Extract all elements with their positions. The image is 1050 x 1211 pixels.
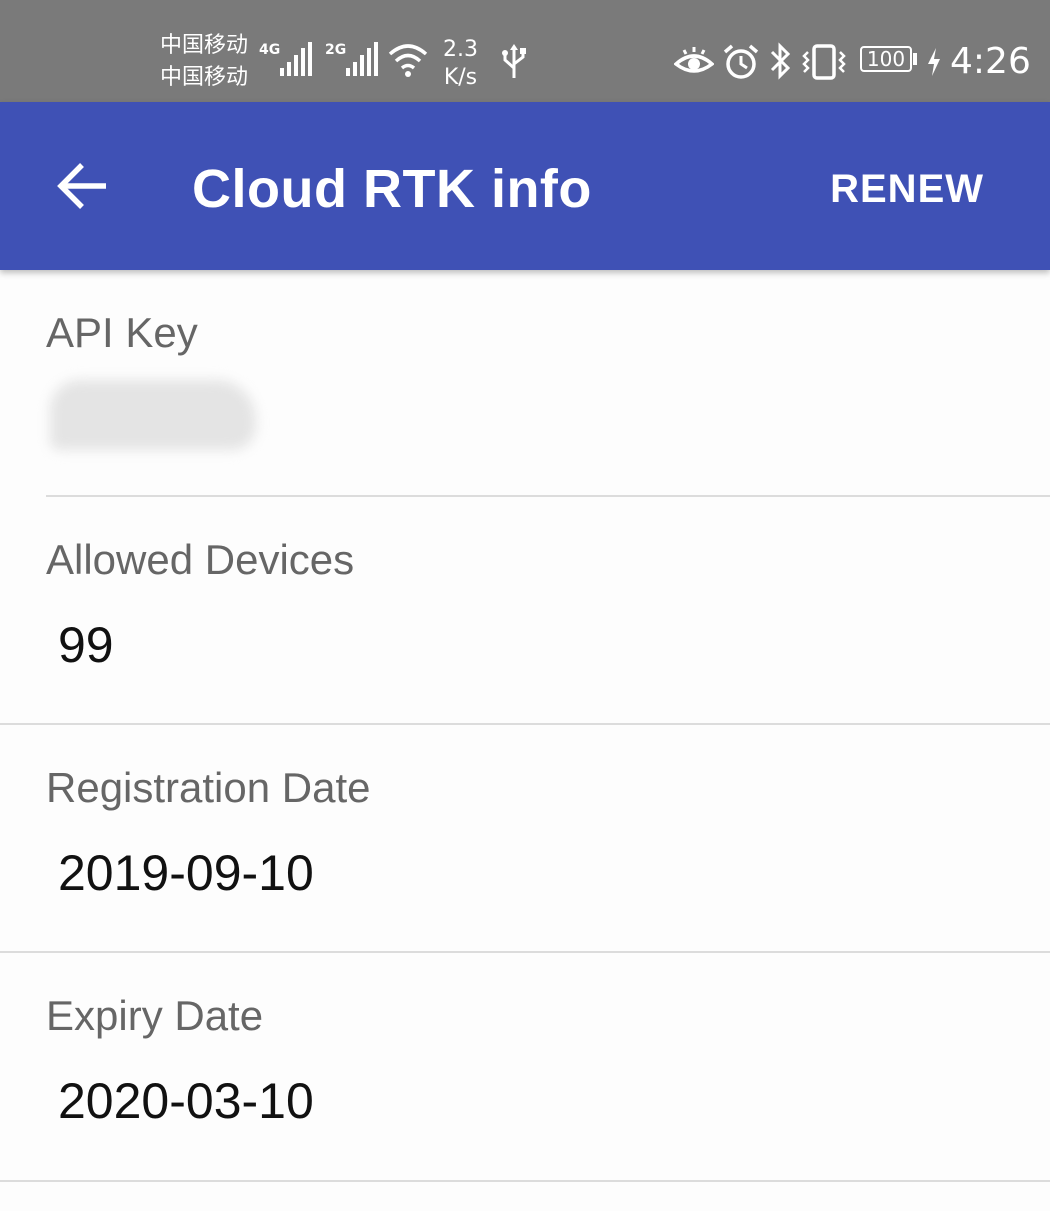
charging-icon xyxy=(928,48,940,76)
status-bar: 中国移动 中国移动 4G 2G 2.3 K/s 100 4:26 xyxy=(0,0,1050,102)
divider xyxy=(0,1180,1050,1182)
usb-icon xyxy=(502,44,526,78)
registration-date-item: Registration Date 2019-09-10 xyxy=(0,725,1050,953)
registration-date-label: Registration Date xyxy=(46,764,371,811)
battery-tip xyxy=(913,53,917,65)
eye-icon xyxy=(674,47,714,73)
registration-date-value: 2019-09-10 xyxy=(58,845,314,901)
expiry-date-value: 2020-03-10 xyxy=(58,1073,314,1129)
page-title: Cloud RTK info xyxy=(192,159,592,219)
wifi-icon xyxy=(388,44,428,77)
allowed-devices-value: 99 xyxy=(58,617,114,673)
signal-icon xyxy=(346,42,378,76)
expiry-date-label: Expiry Date xyxy=(46,992,264,1039)
signal-icon xyxy=(280,42,312,76)
speed-unit: K/s xyxy=(443,65,478,90)
battery-level: 100 xyxy=(866,47,906,71)
allowed-devices-item: Allowed Devices 99 xyxy=(0,497,1050,725)
status-time: 4:26 xyxy=(950,41,1031,82)
bluetooth-icon xyxy=(770,42,791,80)
allowed-devices-label: Allowed Devices xyxy=(46,536,355,583)
carrier-labels: 中国移动 中国移动 xyxy=(160,30,248,94)
alarm-icon xyxy=(723,44,759,79)
expiry-date-item: Expiry Date 2020-03-10 xyxy=(0,953,1050,1182)
api-key-item: API Key xyxy=(0,270,1050,497)
vibrate-icon xyxy=(802,44,846,80)
arrow-left-icon xyxy=(57,163,106,209)
carrier-1: 中国移动 xyxy=(160,33,249,58)
speed-value: 2.3 xyxy=(443,37,478,62)
api-key-label: API Key xyxy=(46,309,198,356)
redacted-api-key xyxy=(50,380,256,450)
carrier-2: 中国移动 xyxy=(160,65,249,90)
back-button[interactable] xyxy=(44,148,120,224)
battery-icon: 100 xyxy=(860,46,917,76)
network-speed: 2.3 K/s xyxy=(443,36,478,92)
renew-button[interactable]: RENEW xyxy=(830,164,984,214)
app-bar: Cloud RTK info RENEW xyxy=(0,102,1050,270)
